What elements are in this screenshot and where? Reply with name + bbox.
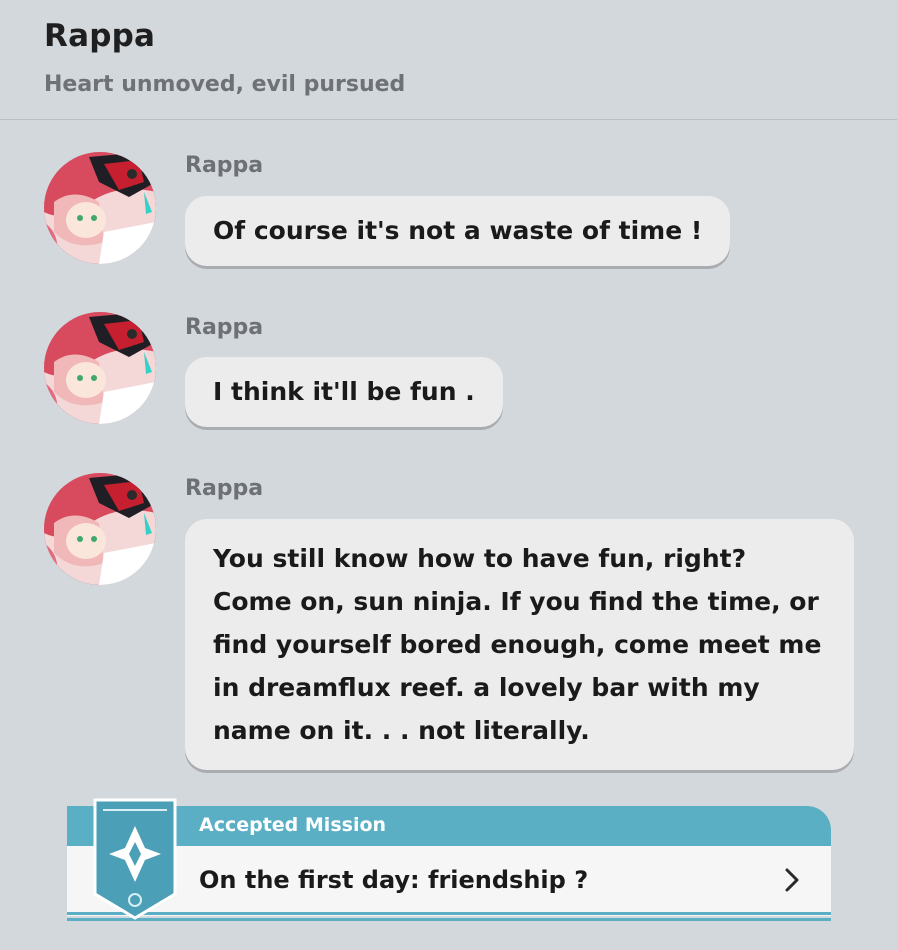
- message-text: Of course it's not a waste of time !: [213, 216, 703, 245]
- chevron-right-icon[interactable]: [781, 866, 803, 894]
- message-bubble: I think it'll be fun .: [185, 357, 503, 427]
- message-text-line: name on it. . . not literally.: [213, 716, 590, 745]
- accepted-mission-card[interactable]: Accepted Mission On the first day: frien…: [67, 798, 831, 922]
- avatar[interactable]: [44, 152, 156, 264]
- mission-divider: [67, 912, 831, 915]
- message-bubble: Of course it's not a waste of time !: [185, 196, 731, 266]
- sender-name: Rappa: [185, 476, 264, 501]
- chat-title: Rappa: [44, 18, 156, 54]
- avatar[interactable]: [44, 312, 156, 424]
- message-text: I think it'll be fun .: [213, 377, 475, 406]
- mission-diamond-icon: [93, 798, 177, 920]
- message-text-line: in dreamflux reef. a lovely bar with my: [213, 673, 760, 702]
- message-text-line: Come on, sun ninja. If you find the time…: [213, 587, 819, 616]
- chat-subtitle: Heart unmoved, evil pursued: [44, 72, 406, 97]
- character-avatar-icon: [44, 152, 156, 264]
- character-avatar-icon: [44, 312, 156, 424]
- chat-header: Rappa Heart unmoved, evil pursued: [0, 0, 897, 120]
- message-text-line: find yourself bored enough, come meet me: [213, 630, 822, 659]
- message-text-line: You still know how to have fun, right?: [213, 544, 747, 573]
- sender-name: Rappa: [185, 315, 264, 340]
- mission-label: Accepted Mission: [199, 814, 387, 836]
- character-avatar-icon: [44, 473, 156, 585]
- sender-name: Rappa: [185, 153, 264, 178]
- mission-header-bar: [67, 806, 831, 846]
- mission-body: On the first day: friendship ?: [67, 846, 831, 916]
- mission-divider: [67, 918, 831, 921]
- avatar[interactable]: [44, 473, 156, 585]
- message-bubble: You still know how to have fun, right? C…: [185, 519, 854, 770]
- mission-title: On the first day: friendship ?: [199, 866, 589, 894]
